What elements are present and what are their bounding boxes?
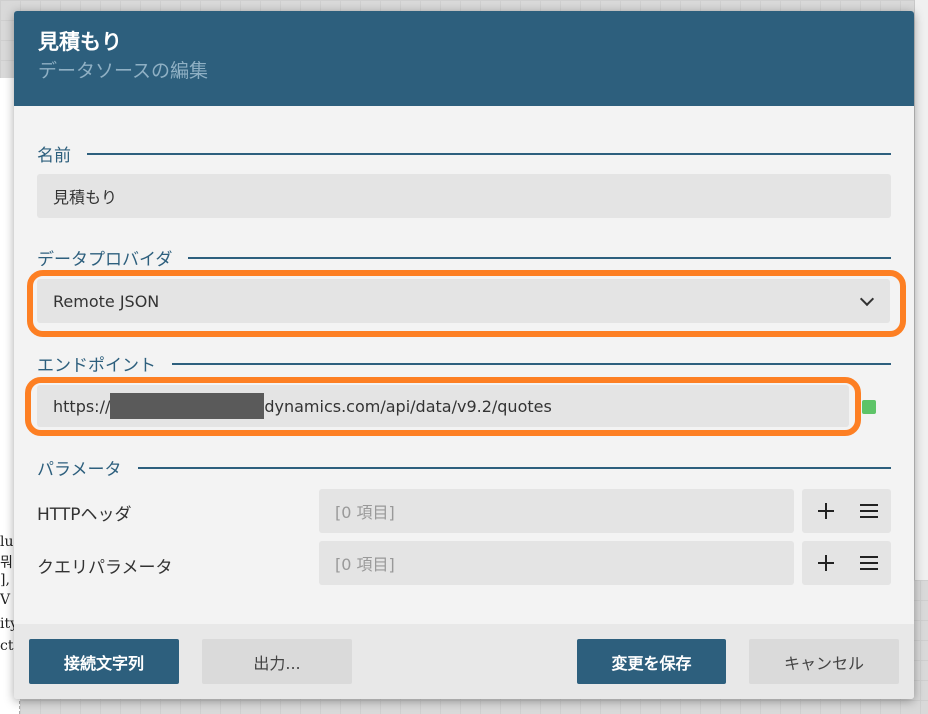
background-panel	[914, 0, 928, 580]
params-section-label: パラメータ	[37, 455, 891, 480]
endpoint-input[interactable]: https:// dynamics.com/api/data/v9.2/quot…	[37, 385, 849, 427]
provider-select[interactable]: Remote JSON	[37, 279, 890, 323]
background-text-fragment: V	[0, 592, 11, 608]
section-divider	[188, 256, 891, 259]
query-params-actions	[802, 541, 891, 585]
section-divider	[137, 466, 891, 469]
dialog-title: 見積もり	[38, 30, 122, 54]
save-changes-button[interactable]: 変更を保存	[577, 639, 726, 684]
chevron-down-icon	[859, 291, 875, 307]
background-text-fragment: ],	[0, 572, 10, 588]
section-divider	[87, 152, 891, 155]
name-label: 名前	[37, 146, 71, 166]
menu-icon[interactable]	[860, 556, 878, 570]
endpoint-label: エンドポイント	[37, 356, 156, 376]
plus-icon[interactable]	[818, 555, 834, 571]
provider-label: データプロバイダ	[37, 250, 173, 270]
query-params-label: クエリパラメータ	[37, 558, 173, 578]
endpoint-url-suffix: dynamics.com/api/data/v9.2/quotes	[264, 396, 552, 416]
endpoint-section-label: エンドポイント	[37, 351, 891, 376]
name-section-label: 名前	[37, 141, 891, 166]
plus-icon[interactable]	[818, 503, 834, 519]
cancel-button[interactable]: キャンセル	[749, 639, 899, 684]
http-headers-actions	[802, 489, 891, 533]
dialog-footer: 接続文字列 出力... 変更を保存 キャンセル	[14, 624, 914, 699]
output-button[interactable]: 出力...	[202, 639, 352, 684]
edit-datasource-dialog: 見積もり データソースの編集 名前 見積もり データプロバイダ Remote J…	[14, 11, 914, 699]
provider-section-label: データプロバイダ	[37, 245, 891, 270]
menu-icon[interactable]	[860, 504, 878, 518]
http-headers-field[interactable]: [0 項目]	[319, 489, 794, 533]
connection-string-button[interactable]: 接続文字列	[29, 639, 179, 684]
background-text-fragment: 뭐	[0, 555, 13, 571]
connection-status-icon	[862, 400, 876, 414]
background-text-fragment: lu	[0, 534, 14, 550]
provider-selected-value: Remote JSON	[53, 291, 160, 311]
background-text-fragment: ct	[0, 638, 14, 654]
dialog-subtitle: データソースの編集	[38, 60, 209, 82]
dialog-header: 見積もり データソースの編集	[14, 11, 914, 106]
query-params-field[interactable]: [0 項目]	[319, 541, 794, 585]
background-text-fragment: ity	[0, 616, 14, 632]
redacted-host	[110, 393, 265, 419]
http-headers-label: HTTPヘッダ	[37, 505, 132, 525]
endpoint-url-prefix: https://	[53, 396, 111, 416]
name-input[interactable]: 見積もり	[37, 174, 891, 218]
params-label: パラメータ	[37, 460, 122, 480]
section-divider	[172, 362, 891, 365]
